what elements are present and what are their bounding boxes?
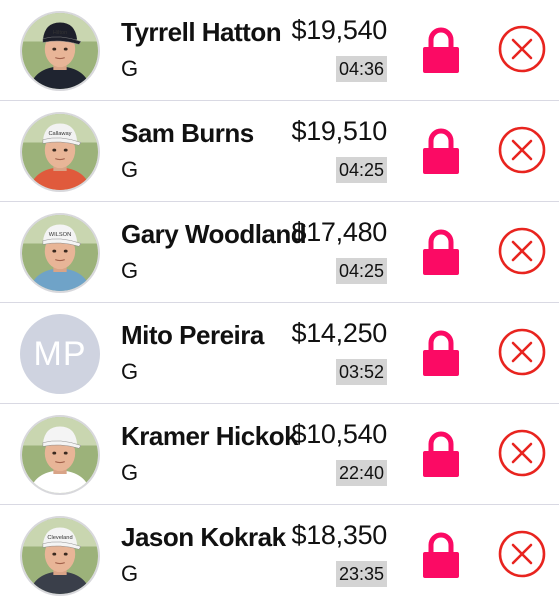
avatar-initials: MP [33,334,87,373]
cap-logo: Callaway [48,131,71,137]
tee-time-badge: 22:40 [335,460,387,486]
player-name: Jason Kokrak [121,522,286,552]
lock-icon[interactable] [421,127,461,175]
player-photo: Hilton [22,13,98,89]
player-avatar: Hilton [20,11,100,91]
player-photo: WILSON [22,215,98,291]
player-name: Mito Pereira [121,320,264,350]
player-name: Tyrrell Hatton [121,17,282,47]
player-salary: $10,540 [291,419,388,449]
player-row[interactable]: MP Mito Pereira G $14,250 03:52 [0,303,559,404]
player-row[interactable]: Kramer Hickok G $10,540 22:40 [0,404,559,505]
lock-icon[interactable] [421,329,461,377]
cap-logo: Cleveland [47,535,72,541]
tee-time-badge: 04:25 [335,157,387,183]
player-position: G [121,359,139,384]
player-photo: Callaway [22,114,98,190]
tee-time-badge: 04:25 [335,258,387,284]
player-name: Sam Burns [121,118,254,148]
cap-logo: Hilton [53,30,68,36]
player-position: G [121,56,139,81]
player-avatar: Callaway [20,112,100,192]
player-salary: $14,250 [291,318,388,348]
close-circle-icon[interactable] [497,529,547,579]
player-salary: $18,350 [291,520,388,550]
tee-time-badge: 03:52 [335,359,387,385]
player-avatar: MP [20,314,100,394]
tee-time-badge: 04:36 [335,56,387,82]
player-salary: $19,540 [291,15,388,45]
lock-icon[interactable] [421,430,461,478]
lock-icon[interactable] [421,531,461,579]
player-salary: $19,510 [291,116,388,146]
player-name: Gary Woodland [121,219,307,249]
player-row[interactable]: WILSON Gary Woodland G $17,480 04:25 [0,202,559,303]
player-position: G [121,258,139,283]
player-position: G [121,157,139,182]
player-row[interactable]: Hilton Tyrrell Hatton G $19,540 04:36 [0,0,559,101]
player-salary: $17,480 [291,217,388,247]
player-row[interactable]: Callaway Sam Burns G $19,510 04:25 [0,101,559,202]
close-circle-icon[interactable] [497,125,547,175]
close-circle-icon[interactable] [497,24,547,74]
close-circle-icon[interactable] [497,327,547,377]
lock-icon[interactable] [421,26,461,74]
player-position: G [121,460,139,485]
player-avatar: Cleveland [20,516,100,596]
player-avatar [20,415,100,495]
player-list: Hilton Tyrrell Hatton G $19,540 04:36 Ca… [0,0,559,606]
close-circle-icon[interactable] [497,226,547,276]
close-circle-icon[interactable] [497,428,547,478]
tee-time-badge: 23:35 [335,561,387,587]
player-photo [22,417,98,493]
player-name: Kramer Hickok [121,421,299,451]
player-row[interactable]: Cleveland Jason Kokrak G $18,350 23:35 [0,505,559,606]
player-avatar: WILSON [20,213,100,293]
cap-logo: WILSON [49,232,71,238]
player-photo: Cleveland [22,518,98,594]
player-position: G [121,561,139,586]
lock-icon[interactable] [421,228,461,276]
